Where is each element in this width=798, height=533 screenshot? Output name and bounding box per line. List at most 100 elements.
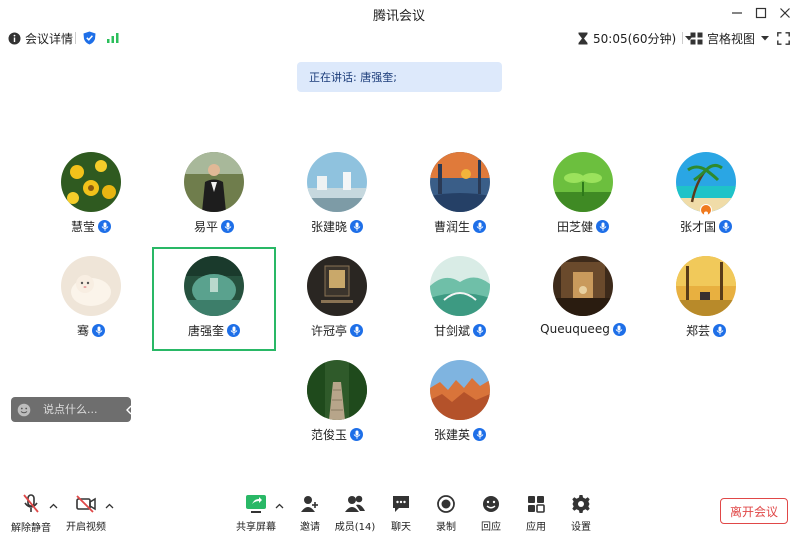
host-badge-icon	[700, 204, 712, 219]
settings-label: 设置	[571, 522, 591, 533]
invite-label: 邀请	[300, 522, 320, 533]
microphone-icon	[719, 220, 732, 233]
chevron-down-icon	[761, 36, 770, 41]
avatar	[184, 152, 244, 212]
participant-tile[interactable]: 甘剑斌	[398, 256, 522, 360]
participant-name: 张才国	[679, 220, 716, 234]
window-title: 腾讯会议	[372, 9, 425, 24]
participant-tile[interactable]: 张建晓	[275, 152, 399, 256]
microphone-muted-icon	[20, 493, 42, 515]
participant-name: Queuqueeg	[540, 322, 610, 336]
participant-name-row: 慧莹	[29, 218, 153, 235]
apps-grid-icon	[525, 493, 547, 514]
avatar	[61, 256, 121, 316]
microphone-icon	[98, 220, 111, 233]
participant-name: 张建晓	[310, 220, 347, 234]
start-video-label: 开启视频	[66, 522, 106, 533]
participant-name-row: 易平	[152, 218, 276, 235]
unmute-label: 解除静音	[11, 523, 51, 533]
members-label: 成员(14)	[334, 522, 376, 533]
microphone-icon	[350, 428, 363, 441]
divider	[682, 32, 683, 44]
participant-name-row: 张建英	[398, 426, 522, 443]
participant-tile[interactable]: 田芝健	[521, 152, 645, 256]
participant-name-row: 郑芸	[644, 322, 768, 339]
divider	[75, 32, 76, 44]
participant-tile[interactable]: 张才国	[644, 152, 768, 256]
chat-input[interactable]	[43, 403, 115, 416]
participant-tile[interactable]: 张建英	[398, 360, 522, 464]
minimize-icon[interactable]	[728, 4, 746, 22]
meeting-info-label: 会议详情	[25, 31, 74, 46]
maximize-icon[interactable]	[752, 4, 770, 22]
apps-label: 应用	[526, 522, 546, 533]
avatar	[553, 256, 613, 316]
participant-tile[interactable]: 曹润生	[398, 152, 522, 256]
avatar	[61, 152, 121, 212]
participant-name-row: 许冠亭	[275, 322, 399, 339]
microphone-icon	[221, 220, 234, 233]
microphone-icon	[227, 324, 240, 337]
gear-icon	[570, 493, 592, 514]
emoji-icon[interactable]	[17, 403, 31, 417]
participant-tile[interactable]: 许冠亭	[275, 256, 399, 360]
microphone-icon	[92, 324, 105, 337]
hourglass-icon	[578, 32, 588, 44]
record-icon	[435, 493, 457, 514]
leave-meeting-button[interactable]: 离开会议	[720, 498, 788, 524]
participant-name-row: 张建晓	[275, 218, 399, 235]
meeting-toolbar: 会议详情 50:05(60分钟) 宫格视图	[0, 26, 798, 50]
close-icon[interactable]	[776, 4, 794, 22]
meeting-info-button[interactable]: 会议详情	[8, 29, 73, 47]
video-options-caret-icon[interactable]	[104, 501, 114, 511]
microphone-icon	[713, 324, 726, 337]
share-screen-label: 共享屏幕	[236, 522, 276, 533]
audio-options-caret-icon[interactable]	[48, 501, 58, 511]
collapse-chevron-left-icon[interactable]	[125, 405, 133, 415]
participant-name: 范俊玉	[310, 428, 347, 442]
microphone-icon	[473, 428, 486, 441]
microphone-icon	[473, 324, 486, 337]
participant-name: 易平	[193, 220, 218, 234]
chat-quick-input[interactable]	[11, 397, 133, 422]
chat-label: 聊天	[391, 522, 411, 533]
avatar	[184, 256, 244, 316]
participant-tile[interactable]: Queuqueeg	[521, 256, 645, 360]
avatar	[430, 256, 490, 316]
avatar	[307, 256, 367, 316]
network-signal-icon[interactable]	[106, 29, 120, 47]
avatar	[430, 152, 490, 212]
avatar	[676, 256, 736, 316]
participant-tile[interactable]: 易平	[152, 152, 276, 256]
meeting-timer[interactable]: 50:05(60分钟)	[578, 29, 694, 47]
participant-name-row: 张才国	[644, 218, 768, 235]
participant-tile-active-speaker[interactable]: 唐强奎	[152, 247, 276, 351]
microphone-icon	[612, 322, 626, 336]
participant-name: 骞	[76, 324, 89, 338]
participant-name: 田芝健	[556, 220, 593, 234]
info-icon	[8, 32, 21, 44]
participant-name: 慧莹	[70, 220, 95, 234]
participant-tile[interactable]: 慧莹	[29, 152, 153, 256]
participant-name-row: 骞	[29, 322, 153, 339]
participant-tile[interactable]: 骞	[29, 256, 153, 360]
view-mode-button[interactable]: 宫格视图	[690, 29, 770, 47]
participant-name-row: 曹润生	[398, 218, 522, 235]
chat-bubble-icon	[390, 493, 412, 514]
avatar	[307, 152, 367, 212]
avatar	[430, 360, 490, 420]
microphone-icon	[473, 220, 486, 233]
participant-name-row: Queuqueeg	[521, 322, 645, 336]
fullscreen-icon[interactable]	[777, 29, 790, 47]
members-icon	[344, 493, 366, 514]
security-shield-icon[interactable]	[83, 29, 96, 47]
participant-name: 唐强奎	[187, 324, 224, 338]
participant-name-row: 范俊玉	[275, 426, 399, 443]
participant-tile[interactable]: 郑芸	[644, 256, 768, 360]
settings-button[interactable]: 设置	[553, 488, 609, 533]
participant-name: 曹润生	[433, 220, 470, 234]
bottom-control-bar: 解除静音 开启视频 共享屏幕 邀请 成员(14) 聊天 录制 回应 应用 设置	[0, 488, 798, 533]
participant-tile[interactable]: 范俊玉	[275, 360, 399, 464]
grid-view-icon	[690, 32, 703, 44]
participant-name: 许冠亭	[310, 324, 347, 338]
